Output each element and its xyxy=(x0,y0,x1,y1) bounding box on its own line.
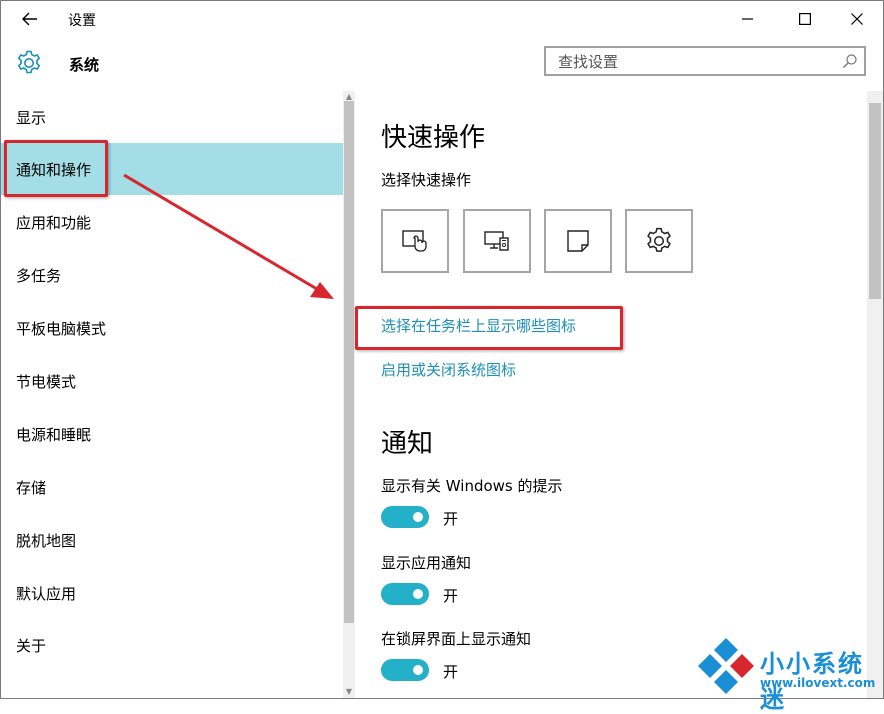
watermark: 小小系统迷 www.ilovext.com xyxy=(692,630,884,713)
watermark-url: www.ilovext.com xyxy=(760,676,876,690)
watermark-logo-icon xyxy=(698,638,754,694)
annotation-arrow xyxy=(123,173,334,299)
